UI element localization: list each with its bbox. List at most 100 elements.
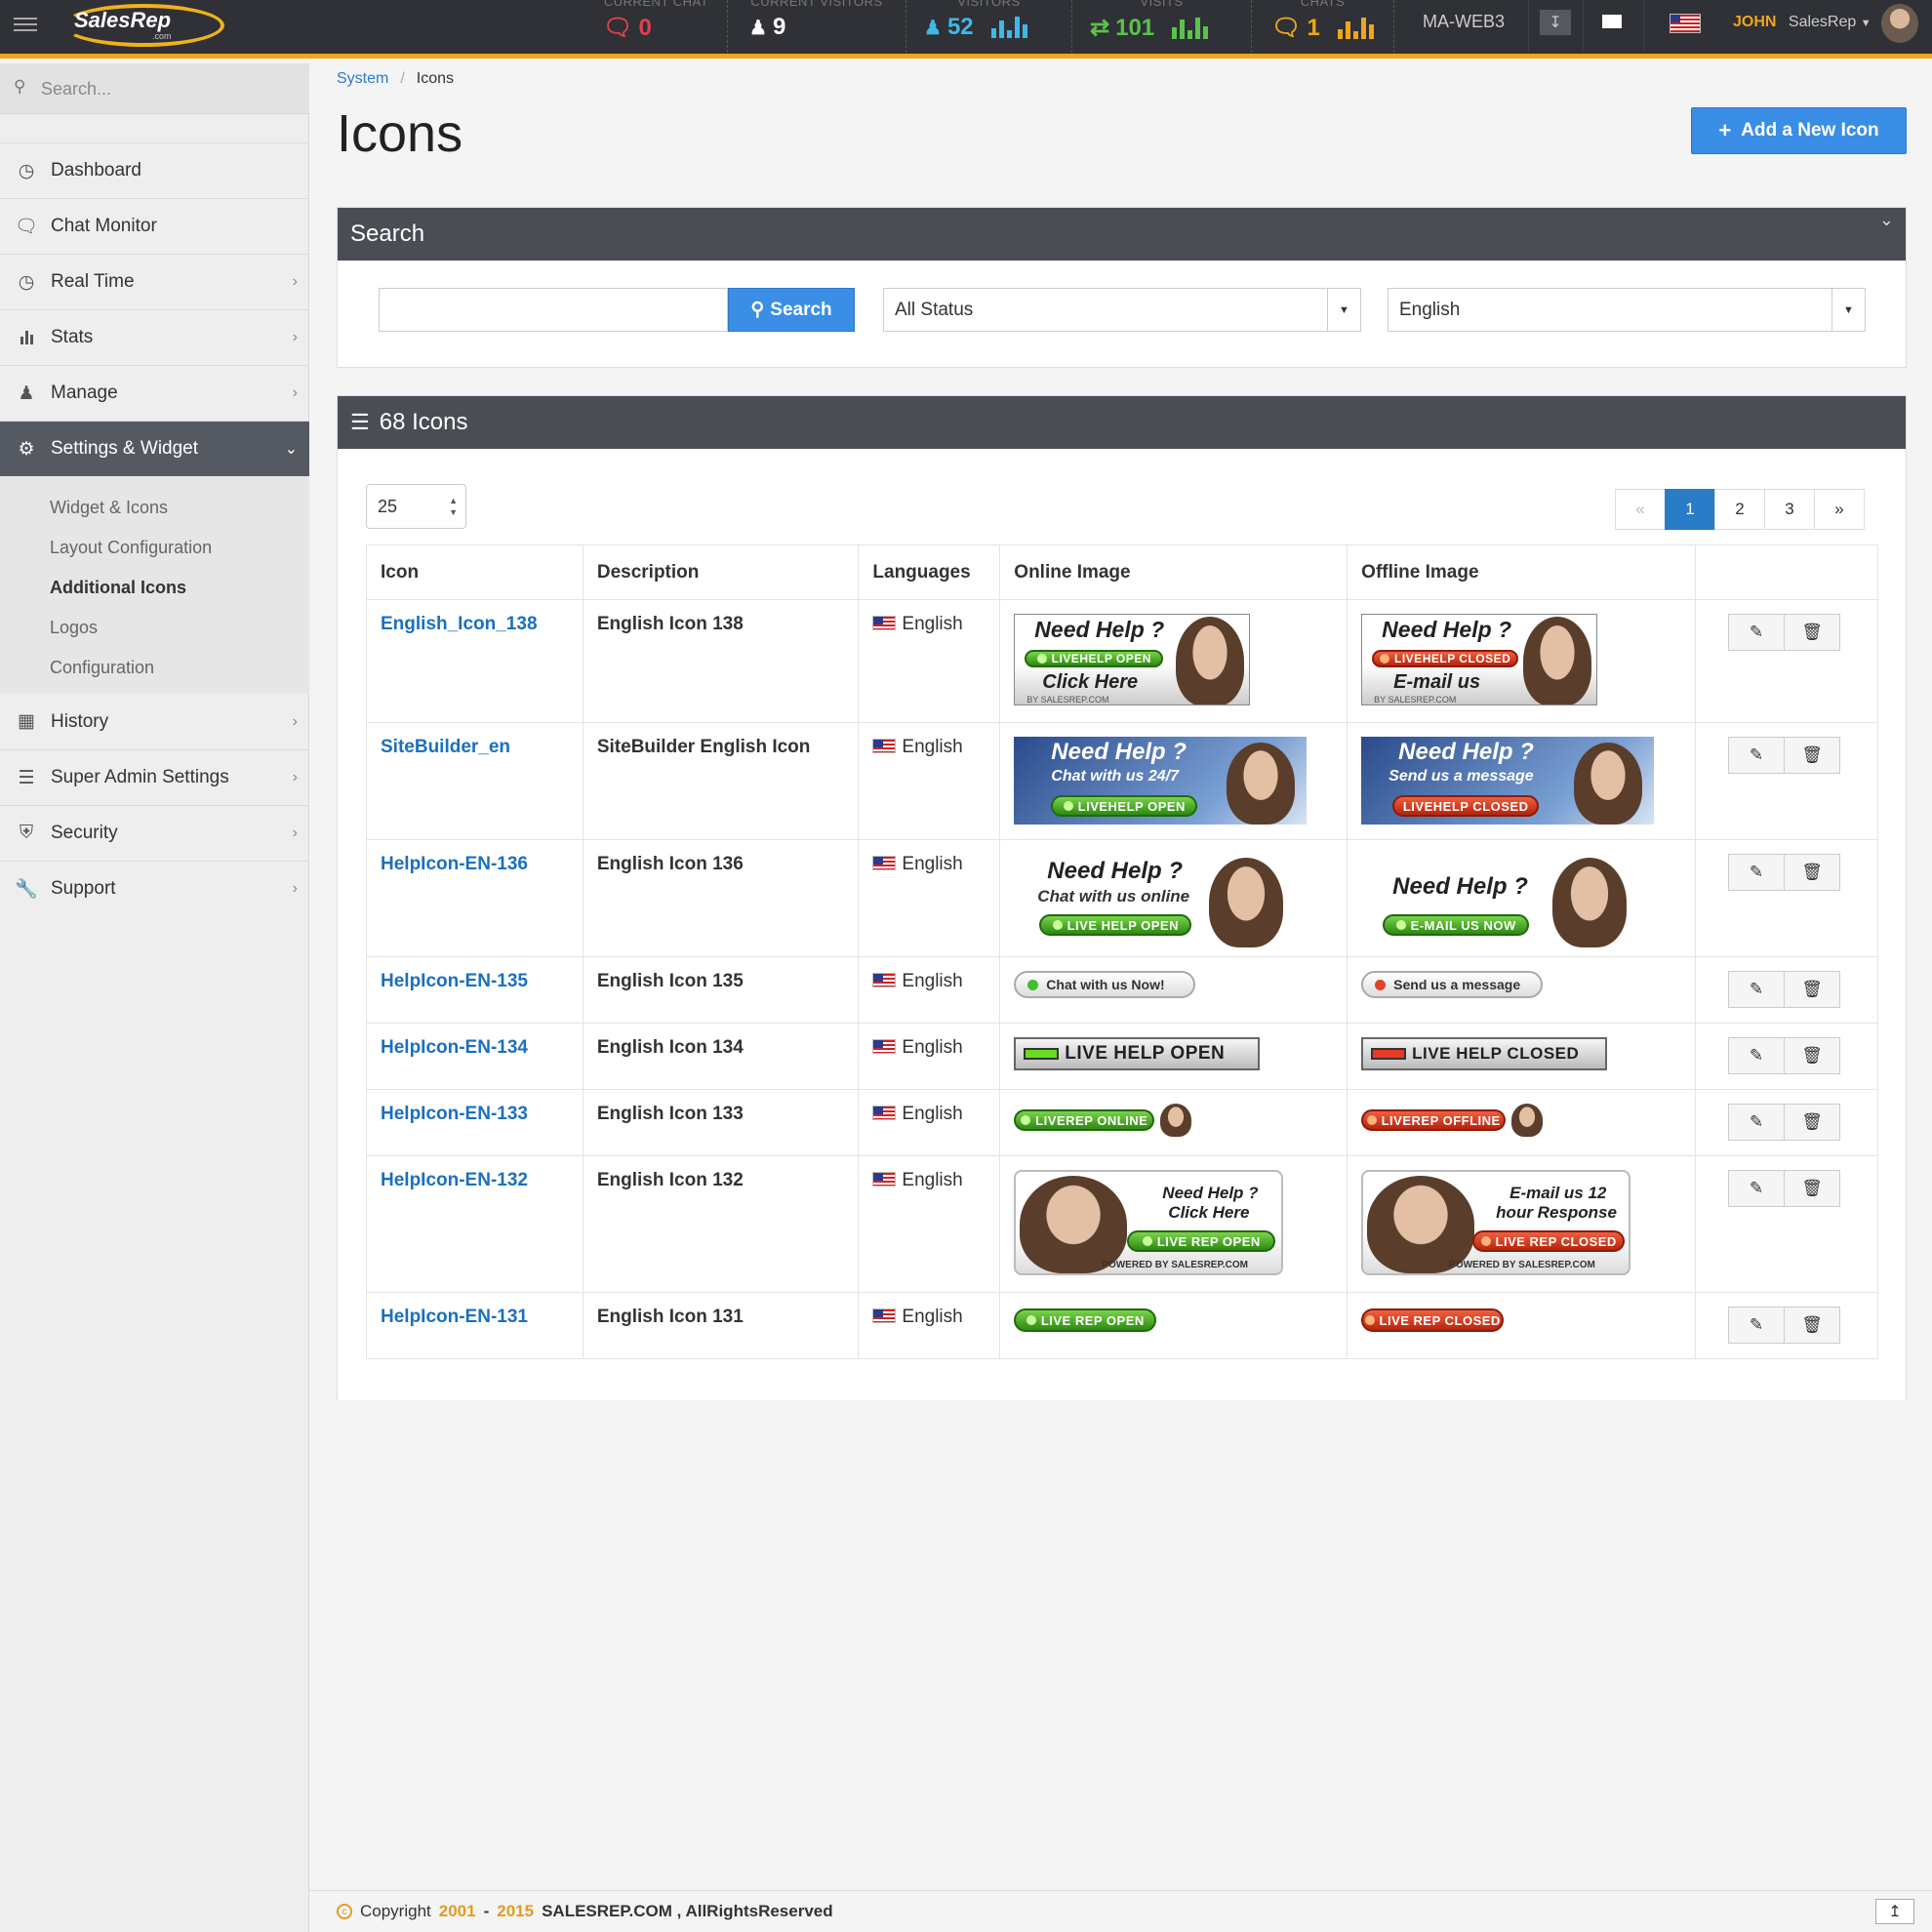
- user-icon: ♟: [924, 17, 942, 39]
- sidebar-item-manage[interactable]: ♟ Manage ›: [0, 365, 309, 421]
- delete-button[interactable]: 🗑: [1784, 854, 1841, 891]
- user-last-name: SalesRep: [1788, 14, 1857, 30]
- pagination-first-button[interactable]: «: [1615, 489, 1666, 530]
- stat-current-visitors[interactable]: CURRENT VISITORS ♟ 9: [728, 0, 906, 53]
- language-flag-button[interactable]: [1643, 0, 1721, 53]
- icon-name-link[interactable]: HelpIcon-EN-131: [381, 1307, 528, 1327]
- support-agent-photo: [1209, 858, 1284, 947]
- icon-name-link[interactable]: SiteBuilder_en: [381, 737, 510, 757]
- edit-button[interactable]: ✎: [1728, 1037, 1786, 1074]
- mini-bar-chart-icon: [1337, 17, 1374, 39]
- search-button[interactable]: ⚲ Search: [728, 288, 855, 332]
- sidebar-item-stats[interactable]: Stats ›: [0, 309, 309, 365]
- pagination-page-1[interactable]: 1: [1665, 489, 1715, 530]
- chevron-right-icon: ›: [292, 329, 298, 345]
- language-select[interactable]: English ▼: [1388, 288, 1866, 332]
- us-flag-icon: [872, 1308, 897, 1323]
- column-header-icon[interactable]: Icon: [366, 544, 584, 600]
- edit-button[interactable]: ✎: [1728, 971, 1786, 1008]
- sidebar: ⚲ ◷ Dashboard 🗨 Chat Monitor ◷ Real Time…: [0, 63, 309, 1932]
- subitem-additional-icons[interactable]: Additional Icons: [0, 568, 309, 608]
- edit-button[interactable]: ✎: [1728, 737, 1786, 774]
- pagination-last-button[interactable]: »: [1814, 489, 1865, 530]
- sidebar-item-label: Stats: [51, 327, 94, 347]
- delete-button[interactable]: 🗑: [1784, 971, 1841, 1008]
- column-header-description[interactable]: Description: [582, 544, 860, 600]
- dashboard-icon: ◷: [18, 160, 35, 181]
- subitem-layout-configuration[interactable]: Layout Configuration: [0, 528, 309, 568]
- icon-search-input[interactable]: [379, 288, 728, 332]
- banner-status-pill: LIVEREP ONLINE: [1014, 1109, 1155, 1131]
- edit-button[interactable]: ✎: [1728, 614, 1786, 651]
- sidebar-item-history[interactable]: ▦ History ›: [0, 694, 309, 749]
- sidebar-search-input[interactable]: [41, 73, 295, 104]
- chevron-right-icon: ›: [292, 273, 298, 290]
- avatar[interactable]: [1881, 4, 1918, 43]
- icon-name-link[interactable]: HelpIcon-EN-132: [381, 1170, 528, 1190]
- us-flag-icon: [872, 1106, 897, 1120]
- logo[interactable]: SalesRep .com: [62, 0, 228, 53]
- delete-button[interactable]: 🗑: [1784, 1104, 1841, 1141]
- stat-label: CURRENT VISITORS: [750, 0, 883, 9]
- banner-heading: Need Help ?: [1034, 617, 1165, 642]
- messages-button[interactable]: [1583, 0, 1643, 53]
- collapse-chevron-icon[interactable]: ⌄: [1879, 210, 1894, 230]
- scroll-to-top-button[interactable]: ↥: [1875, 1899, 1914, 1924]
- delete-button[interactable]: 🗑: [1784, 1037, 1841, 1074]
- online-image-banner: Need Help ? Chat with us 24/7 LIVEHELP O…: [1014, 737, 1308, 825]
- column-header-online-image[interactable]: Online Image: [999, 544, 1348, 600]
- column-header-offline-image[interactable]: Offline Image: [1347, 544, 1697, 600]
- icon-name-link[interactable]: HelpIcon-EN-133: [381, 1104, 528, 1124]
- pagination-page-3[interactable]: 3: [1764, 489, 1815, 530]
- menu-icon[interactable]: [14, 14, 37, 33]
- stat-chats[interactable]: CHATS 🗨 1: [1252, 0, 1394, 53]
- sidebar-item-chat-monitor[interactable]: 🗨 Chat Monitor: [0, 198, 309, 254]
- edit-button[interactable]: ✎: [1728, 1170, 1786, 1207]
- icon-name-link[interactable]: English_Icon_138: [381, 614, 538, 634]
- icon-name-link[interactable]: HelpIcon-EN-135: [381, 971, 528, 991]
- subitem-configuration[interactable]: Configuration: [0, 648, 309, 688]
- sidebar-item-super-admin-settings[interactable]: ☰ Super Admin Settings ›: [0, 749, 309, 805]
- status-select[interactable]: All Status ▼: [883, 288, 1361, 332]
- sidebar-item-security[interactable]: ⛨ Security ›: [0, 805, 309, 861]
- banner-status-pill: LIVE REP CLOSED: [1472, 1230, 1626, 1252]
- add-new-icon-button[interactable]: + Add a New Icon: [1691, 107, 1907, 154]
- search-icon: ⚲: [14, 77, 26, 96]
- search-panel: Search ⌄ ⚲ Search All Status ▼ English ▼: [337, 207, 1907, 368]
- banner-footer: BY SALESREP.COM: [1026, 695, 1109, 704]
- wrench-icon: 🔧: [15, 879, 38, 900]
- pagination-page-2[interactable]: 2: [1714, 489, 1765, 530]
- download-button[interactable]: ↧: [1528, 0, 1583, 53]
- logo-sub: .com: [152, 31, 172, 41]
- edit-button[interactable]: ✎: [1728, 854, 1786, 891]
- icon-name-link[interactable]: HelpIcon-EN-136: [381, 854, 528, 874]
- download-icon: ↧: [1540, 10, 1571, 35]
- stat-visits[interactable]: VISITS ⇄ 101: [1072, 0, 1252, 53]
- footer: c Copyright 2001 - 2015 SALESREP.COM , A…: [309, 1890, 1932, 1932]
- breadcrumb-system-link[interactable]: System: [337, 70, 388, 87]
- subitem-logos[interactable]: Logos: [0, 608, 309, 648]
- sidebar-item-support[interactable]: 🔧 Support ›: [0, 861, 309, 916]
- edit-button[interactable]: ✎: [1728, 1104, 1786, 1141]
- sidebar-item-settings-widget[interactable]: ⚙ Settings & Widget ⌄: [0, 421, 309, 476]
- stat-current-chat[interactable]: CURRENT CHAT 🗨 0: [585, 0, 728, 53]
- stat-visitors[interactable]: VISITORS ♟ 52: [906, 0, 1072, 53]
- edit-button[interactable]: ✎: [1728, 1307, 1786, 1344]
- icon-name-link[interactable]: HelpIcon-EN-134: [381, 1037, 528, 1058]
- delete-button[interactable]: 🗑: [1784, 1307, 1841, 1344]
- search-panel-title: Search: [350, 221, 425, 247]
- delete-button[interactable]: 🗑: [1784, 1170, 1841, 1207]
- delete-button[interactable]: 🗑: [1784, 737, 1841, 774]
- per-page-select[interactable]: 25 ▲ ▼: [366, 484, 466, 529]
- sidebar-item-real-time[interactable]: ◷ Real Time ›: [0, 254, 309, 309]
- user-first-name: JOHN: [1733, 14, 1777, 30]
- sidebar-item-dashboard[interactable]: ◷ Dashboard: [0, 142, 309, 198]
- support-agent-photo: [1523, 617, 1592, 704]
- search-panel-header: Search ⌄: [338, 208, 1906, 261]
- table-row: HelpIcon-EN-134 English Icon 134 English…: [366, 1023, 1878, 1090]
- subitem-widget-icons[interactable]: Widget & Icons: [0, 488, 309, 528]
- column-header-languages[interactable]: Languages: [858, 544, 1001, 600]
- user-menu[interactable]: JOHN SalesRep ▼: [1733, 14, 1872, 31]
- delete-button[interactable]: 🗑: [1784, 614, 1841, 651]
- icon-description: English Icon 131: [582, 1292, 860, 1359]
